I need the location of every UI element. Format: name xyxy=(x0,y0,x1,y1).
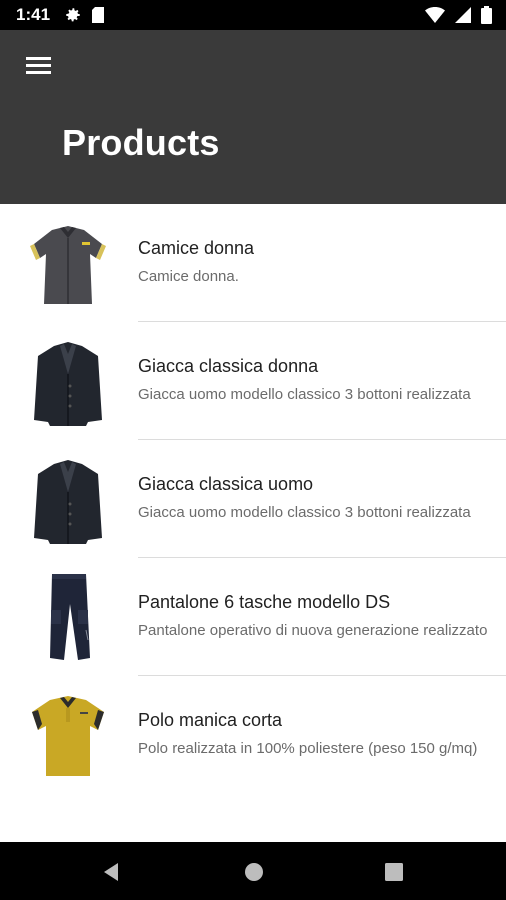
list-item-giacca-classica-donna[interactable]: Giacca classica donna Giacca uomo modell… xyxy=(0,322,506,440)
recents-button[interactable] xyxy=(382,860,406,884)
product-thumbnail xyxy=(32,696,104,776)
app-bar: Products xyxy=(0,30,506,204)
product-description: Pantalone operativo di nuova generazione… xyxy=(138,622,488,639)
product-title: Giacca classica donna xyxy=(138,356,319,376)
product-description: Giacca uomo modello classico 3 bottoni r… xyxy=(138,504,471,521)
settings-icon xyxy=(66,8,80,22)
home-button[interactable] xyxy=(242,860,266,884)
battery-icon xyxy=(481,6,492,24)
back-triangle-icon xyxy=(104,863,118,881)
list-item-giacca-classica-uomo[interactable]: Giacca classica uomo Giacca uomo modello… xyxy=(0,440,506,558)
product-thumbnail xyxy=(34,342,102,426)
sd-card-icon xyxy=(92,7,104,23)
status-time: 1:41 xyxy=(16,5,51,24)
product-thumbnail xyxy=(34,460,102,544)
status-bar: 1:41 xyxy=(0,0,506,30)
page-title: Products xyxy=(62,122,220,163)
product-list: Camice donna Camice donna. Giacca classi… xyxy=(0,204,506,794)
product-description: Polo realizzata in 100% poliestere (peso… xyxy=(138,740,478,757)
hamburger-menu-icon xyxy=(26,57,51,74)
navigation-bar xyxy=(0,842,506,900)
product-description: Camice donna. xyxy=(138,268,239,285)
home-circle-icon xyxy=(245,863,263,881)
product-thumbnail xyxy=(30,226,106,304)
product-description: Giacca uomo modello classico 3 bottoni r… xyxy=(138,386,471,403)
product-title: Camice donna xyxy=(138,238,255,258)
menu-button[interactable] xyxy=(22,50,58,80)
product-title: Polo manica corta xyxy=(138,710,283,730)
back-button[interactable] xyxy=(100,860,124,884)
product-title: Giacca classica uomo xyxy=(138,474,314,494)
list-item-camice-donna[interactable]: Camice donna Camice donna. xyxy=(0,204,506,322)
list-item-pantalone-6-tasche[interactable]: Pantalone 6 tasche modello DS Pantalone … xyxy=(0,558,506,676)
signal-icon xyxy=(455,7,471,23)
recents-square-icon xyxy=(385,863,403,881)
list-item-polo-manica-corta[interactable]: Polo manica corta Polo realizzata in 100… xyxy=(0,676,506,794)
wifi-icon xyxy=(425,7,445,23)
product-thumbnail xyxy=(50,574,90,660)
product-title: Pantalone 6 tasche modello DS xyxy=(138,592,391,612)
